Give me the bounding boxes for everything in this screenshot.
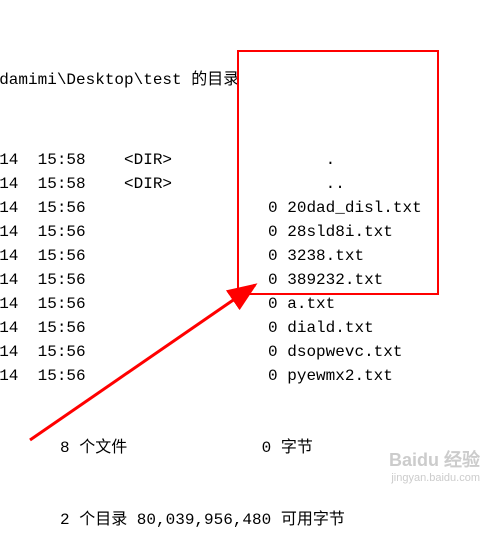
listing-row: 14 15:56 0 pyewmx2.txt (0, 364, 500, 388)
listing-row: 14 15:56 0 a.txt (0, 292, 500, 316)
summary-dirs: 2 个目录 80,039,956,480 可用字节 (60, 508, 500, 532)
listing-row: 14 15:56 0 dsopwevc.txt (0, 340, 500, 364)
watermark-brand: Baidu 经验 (389, 450, 480, 472)
file-listing: 14 15:58 <DIR> . 14 15:58 <DIR> .. 14 15… (0, 148, 500, 388)
listing-row: 14 15:56 0 diald.txt (0, 316, 500, 340)
listing-row: 14 15:58 <DIR> . (0, 148, 500, 172)
listing-row: 14 15:56 0 28sld8i.txt (0, 220, 500, 244)
watermark: Baidu 经验 jingyan.baidu.com (389, 450, 480, 485)
listing-row: 14 15:58 <DIR> .. (0, 172, 500, 196)
listing-row: 14 15:56 0 389232.txt (0, 268, 500, 292)
listing-row: 14 15:56 0 20dad_disl.txt (0, 196, 500, 220)
listing-row: 14 15:56 0 3238.txt (0, 244, 500, 268)
directory-path: s\damimi\Desktop\test 的目录 (0, 68, 500, 92)
watermark-url: jingyan.baidu.com (389, 472, 480, 485)
